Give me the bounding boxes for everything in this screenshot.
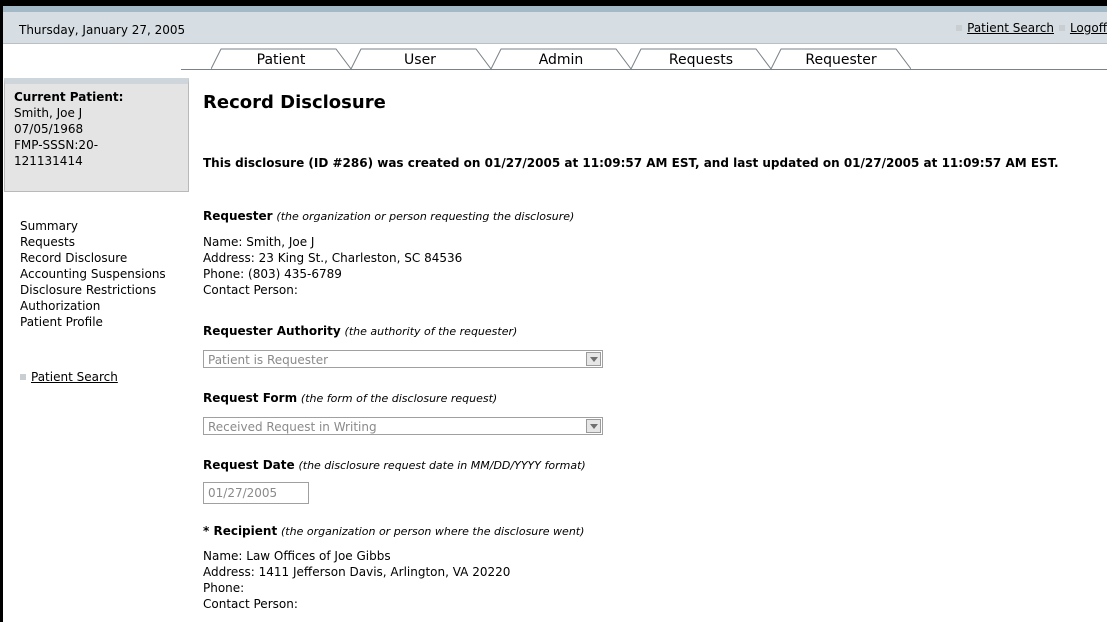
sidebar-item-authorization[interactable]: Authorization	[20, 298, 190, 314]
requester-address: Address: 23 King St., Charleston, SC 845…	[203, 251, 463, 265]
requester-name: Name: Smith, Joe J	[203, 235, 315, 249]
tab-requester[interactable]: Requester	[771, 48, 911, 70]
requester-authority-select[interactable]: Patient is Requester	[203, 350, 603, 368]
logoff-link[interactable]: Logoff	[1070, 21, 1107, 35]
top-links: Patient Search Logoff	[951, 21, 1107, 35]
recipient-name: Name: Law Offices of Joe Gibbs	[203, 549, 391, 563]
request-form-value: Received Request in Writing	[208, 420, 377, 434]
recipient-hint: (the organization or person where the di…	[281, 525, 585, 538]
sidebar-item-accounting-suspensions[interactable]: Accounting Suspensions	[20, 266, 190, 282]
request-form-label: Request Form	[203, 391, 298, 405]
top-bar-accent	[3, 6, 1107, 12]
patient-id-line2: 121131414	[14, 154, 83, 168]
current-patient-label: Current Patient:	[14, 90, 124, 104]
window-left-border	[0, 0, 3, 622]
sidebar-item-patient-profile[interactable]: Patient Profile	[20, 314, 190, 330]
recipient-heading: * Recipient (the organization or person …	[203, 524, 584, 538]
request-date-label: Request Date	[203, 458, 295, 472]
requester-contact: Contact Person:	[203, 283, 298, 297]
current-date: Thursday, January 27, 2005	[19, 23, 186, 37]
bullet-icon	[1058, 25, 1065, 31]
requester-phone: Phone: (803) 435-6789	[203, 267, 342, 281]
tab-user[interactable]: User	[351, 48, 491, 70]
recipient-address: Address: 1411 Jefferson Davis, Arlington…	[203, 565, 511, 579]
sidebar-item-record-disclosure[interactable]: Record Disclosure	[20, 250, 190, 266]
tab-label: Requester	[805, 52, 877, 68]
top-bar: Thursday, January 27, 2005 Patient Searc…	[3, 6, 1107, 44]
tab-admin[interactable]: Admin	[491, 48, 631, 70]
tab-label: Patient	[256, 52, 306, 68]
chevron-down-icon[interactable]	[586, 352, 601, 366]
request-form-heading: Request Form (the form of the disclosure…	[203, 391, 497, 405]
patient-search-link[interactable]: Patient Search	[967, 21, 1054, 35]
tab-label: User	[404, 52, 436, 68]
tab-bar: Patient User Admin Requests Requester	[3, 44, 1107, 71]
sidebar-item-requests[interactable]: Requests	[20, 234, 190, 250]
authority-label: Requester Authority	[203, 324, 341, 338]
sidebar-search: Patient Search	[20, 370, 118, 384]
bullet-icon	[20, 374, 26, 380]
request-form-hint: (the form of the disclosure request)	[300, 392, 498, 405]
recipient-phone: Phone:	[203, 581, 245, 595]
current-patient-box: Current Patient: Smith, Joe J 07/05/1968…	[4, 78, 189, 192]
request-date-hint: (the disclosure request date in MM/DD/YY…	[298, 459, 586, 472]
recipient-contact: Contact Person:	[203, 597, 298, 611]
sidebar-item-summary[interactable]: Summary	[20, 218, 190, 234]
tab-requests[interactable]: Requests	[631, 48, 771, 70]
patient-dob: 07/05/1968	[14, 122, 84, 136]
authority-heading: Requester Authority (the authority of th…	[203, 324, 517, 338]
requester-authority-value: Patient is Requester	[208, 353, 329, 367]
patient-id-line1: FMP-SSSN:20-	[14, 138, 99, 152]
patient-name: Smith, Joe J	[14, 106, 83, 120]
tab-patient[interactable]: Patient	[211, 48, 351, 70]
request-date-input[interactable]	[203, 482, 309, 504]
sidebar-item-disclosure-restrictions[interactable]: Disclosure Restrictions	[20, 282, 190, 298]
recipient-label: * Recipient	[203, 524, 278, 538]
sidebar-patient-search-link[interactable]: Patient Search	[31, 370, 118, 384]
chevron-down-icon[interactable]	[586, 419, 601, 433]
request-form-select[interactable]: Received Request in Writing	[203, 417, 603, 435]
authority-hint: (the authority of the requester)	[344, 325, 518, 338]
tab-label: Admin	[538, 52, 584, 68]
tab-label: Requests	[668, 52, 734, 68]
requester-label: Requester	[203, 209, 273, 223]
requester-heading: Requester (the organization or person re…	[203, 209, 574, 223]
requester-hint: (the organization or person requesting t…	[276, 210, 575, 223]
request-date-heading: Request Date (the disclosure request dat…	[203, 458, 586, 472]
page-title: Record Disclosure	[203, 92, 386, 113]
bullet-icon	[956, 25, 963, 31]
sidebar-nav: Summary Requests Record Disclosure Accou…	[20, 218, 190, 330]
disclosure-info: This disclosure (ID #286) was created on…	[203, 156, 1059, 170]
